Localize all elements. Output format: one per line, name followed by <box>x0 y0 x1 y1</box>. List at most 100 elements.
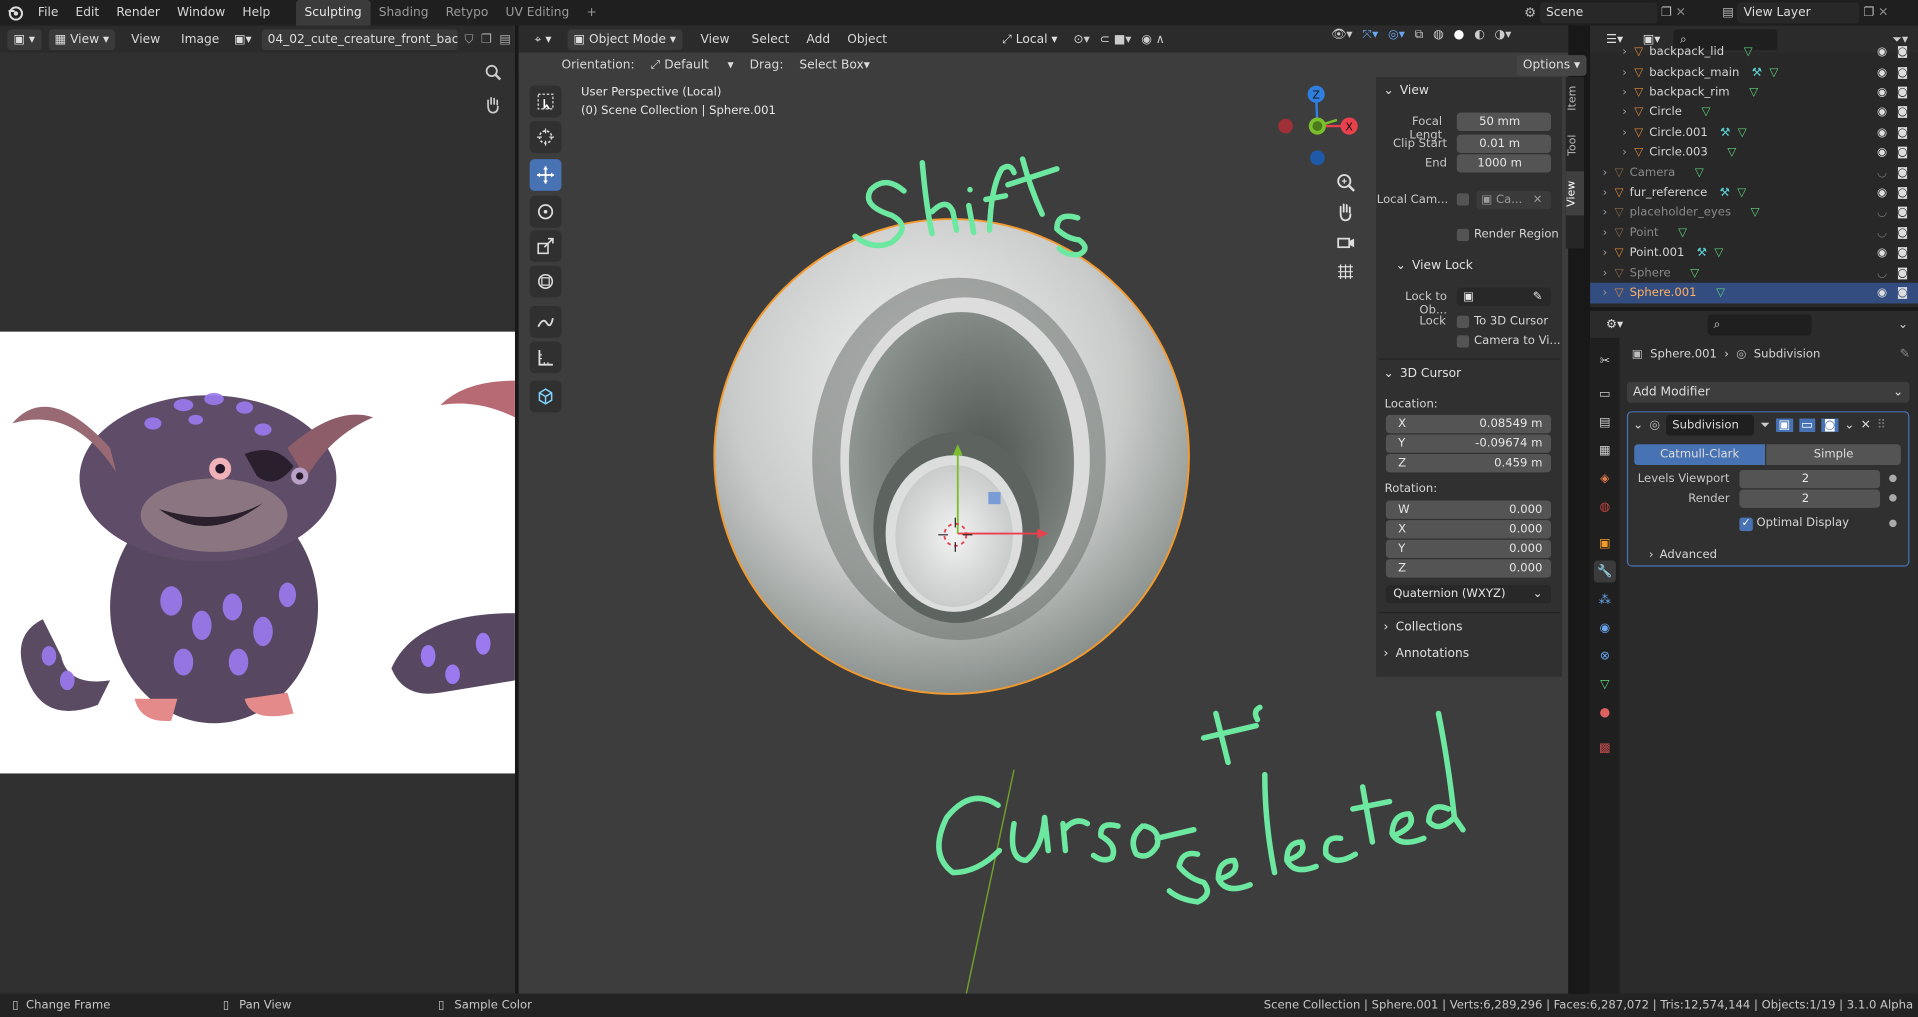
modifier-name-field[interactable]: Subdivision <box>1666 414 1755 436</box>
properties-search-input[interactable]: ⌕ <box>1707 313 1812 335</box>
mode-selector[interactable]: ▣ Object Mode ▾ <box>567 28 683 50</box>
gizmo-toggle-icon[interactable]: ⤧▾ <box>1362 28 1378 41</box>
outliner-item[interactable]: › ▽ Circle.001 ⚒ ▽ ◉ ◙ <box>1590 122 1918 142</box>
menu-help[interactable]: Help <box>234 0 279 26</box>
scene-tab-icon[interactable]: ◈ <box>1594 467 1616 489</box>
npanel-tab-tool[interactable]: Tool <box>1567 135 1579 156</box>
wireframe-shading-icon[interactable]: ◍ <box>1433 28 1444 41</box>
visibility-eye-icon[interactable]: ◉ <box>1877 146 1887 159</box>
render-camera-icon[interactable]: ◙ <box>1897 246 1908 259</box>
visibility-eye-icon[interactable]: ◡ <box>1877 166 1887 179</box>
texture-tab-icon[interactable]: ▩ <box>1594 737 1616 759</box>
npanel-tab-item[interactable]: Item <box>1567 86 1579 111</box>
viewport-toggle-icon[interactable]: ▭ <box>1798 418 1816 433</box>
animate-dot-icon[interactable]: ● <box>1889 518 1898 529</box>
outliner-item[interactable]: › ▽ Point ▽ ◡ ◙ <box>1590 223 1918 243</box>
cursor-rotation-y[interactable]: Y 0.000 <box>1385 539 1552 559</box>
simple-button[interactable]: Simple <box>1766 444 1901 466</box>
view-section-header[interactable]: ⌄ View <box>1383 84 1428 97</box>
expand-arrow-icon[interactable]: › <box>1590 206 1614 219</box>
visibility-eye-icon[interactable]: ◉ <box>1877 86 1887 99</box>
render-region-checkbox[interactable] <box>1456 228 1470 242</box>
render-tab-icon[interactable]: ▭ <box>1594 383 1616 405</box>
visibility-eye-icon[interactable]: ◉ <box>1877 246 1887 259</box>
visibility-eye-icon[interactable]: ◉ <box>1877 286 1887 299</box>
outliner-item[interactable]: › ▽ Sphere ▽ ◡ ◙ <box>1590 263 1918 283</box>
view-lock-section-header[interactable]: ⌄ View Lock <box>1396 259 1473 272</box>
local-camera-field[interactable]: ▣ Ca... ✕ <box>1476 190 1552 210</box>
open-image-icon[interactable]: ▤ <box>499 32 511 45</box>
options-dropdown[interactable]: Options ▾ <box>1516 55 1587 76</box>
render-levels-field[interactable]: 2 <box>1739 489 1881 508</box>
xray-icon[interactable]: ⧉ <box>1415 28 1424 41</box>
render-camera-icon[interactable]: ◙ <box>1897 146 1908 159</box>
tab-uv-editing[interactable]: UV Editing <box>497 0 578 26</box>
cursor-location-x[interactable]: X 0.08549 m <box>1385 414 1552 434</box>
navigation-gizmo[interactable]: Z X <box>1270 81 1368 167</box>
cursor-rotation-z[interactable]: Z 0.000 <box>1385 559 1552 578</box>
animate-dot-icon[interactable]: ● <box>1889 472 1898 483</box>
cursor-location-z[interactable]: Z 0.459 m <box>1385 454 1552 473</box>
render-camera-icon[interactable]: ◙ <box>1897 266 1908 279</box>
expand-arrow-icon[interactable]: › <box>1590 106 1634 119</box>
delete-scene-icon[interactable]: ✕ <box>1676 6 1686 19</box>
visibility-eye-icon[interactable]: ◉ <box>1877 46 1887 59</box>
visibility-eye-icon[interactable]: ◉ <box>1877 186 1887 199</box>
drag-dropdown[interactable]: Select Box ▾ <box>793 54 876 76</box>
pan-hand-icon[interactable] <box>484 95 501 114</box>
add-workspace-button[interactable]: + <box>578 0 605 26</box>
object-tab-icon[interactable]: ▣ <box>1594 532 1616 554</box>
viewport-editor-type-button[interactable]: ⌖ ▾ <box>528 29 557 50</box>
camera-view-icon[interactable] <box>1336 233 1356 253</box>
cursor-rotation-x[interactable]: X 0.000 <box>1385 520 1552 539</box>
fake-user-icon[interactable]: ⛉ <box>465 32 474 45</box>
delete-view-layer-icon[interactable]: ✕ <box>1878 6 1888 19</box>
new-image-icon[interactable]: ❐ <box>481 32 492 45</box>
render-toggle-icon[interactable]: ◙ <box>1821 418 1839 433</box>
orientation-dropdown[interactable]: ⤢ Default ▾ <box>644 54 740 76</box>
clear-camera-icon[interactable]: ✕ <box>1533 193 1543 206</box>
physics-tab-icon[interactable]: ◉ <box>1594 617 1616 639</box>
image-view-mode[interactable]: ▦ View ▾ <box>48 28 116 50</box>
local-camera-checkbox[interactable] <box>1456 193 1470 206</box>
material-shading-icon[interactable]: ◐ <box>1474 28 1485 41</box>
expand-arrow-icon[interactable]: › <box>1590 266 1614 279</box>
image-menu-view[interactable]: View <box>123 26 169 52</box>
properties-editor-type[interactable]: ⚙▾ <box>1600 314 1629 335</box>
expand-arrow-icon[interactable]: › <box>1590 146 1634 159</box>
outliner-item[interactable]: › ▽ backpack_main ⚒ ▽ ◉ ◙ <box>1590 62 1918 82</box>
render-camera-icon[interactable]: ◙ <box>1897 66 1908 79</box>
rotation-mode-dropdown[interactable]: Quaternion (WXYZ) ⌄ <box>1385 584 1552 604</box>
expand-arrow-icon[interactable]: › <box>1590 126 1634 139</box>
output-tab-icon[interactable]: ▤ <box>1594 411 1616 433</box>
expand-arrow-icon[interactable]: › <box>1590 46 1634 59</box>
expand-arrow-icon[interactable]: › <box>1590 86 1634 99</box>
visibility-eye-icon[interactable]: ◉ <box>1877 66 1887 79</box>
viewport-menu-view[interactable]: View <box>692 26 738 52</box>
expand-arrow-icon[interactable]: › <box>1590 186 1614 199</box>
outliner-item[interactable]: › ▽ fur_reference ⚒ ▽ ◉ ◙ <box>1590 183 1918 203</box>
particles-tab-icon[interactable]: ⁂ <box>1594 589 1616 611</box>
collapse-chevron-icon[interactable]: ⌄ <box>1633 419 1643 432</box>
view-layer-tab-icon[interactable]: ▦ <box>1594 439 1616 461</box>
levels-viewport-field[interactable]: 2 <box>1739 469 1881 489</box>
solid-shading-icon[interactable]: ● <box>1454 28 1465 41</box>
image-menu-image[interactable]: Image <box>176 26 224 52</box>
data-tab-icon[interactable]: ▽ <box>1594 673 1616 695</box>
image-name-field[interactable]: 04_02_cute_creature_front_back.png <box>261 28 458 50</box>
render-camera-icon[interactable]: ◙ <box>1897 286 1908 299</box>
render-camera-icon[interactable]: ◙ <box>1897 186 1908 199</box>
viewport-menu-select[interactable]: Select <box>748 26 793 52</box>
ortho-grid-icon[interactable] <box>1336 262 1356 282</box>
lock-to-cursor-checkbox[interactable] <box>1456 315 1470 328</box>
expand-arrow-icon[interactable]: › <box>1590 226 1614 239</box>
render-camera-icon[interactable]: ◙ <box>1897 46 1908 59</box>
render-camera-icon[interactable]: ◙ <box>1897 166 1908 179</box>
advanced-section-header[interactable]: › Advanced <box>1649 548 1717 561</box>
cursor-rotation-w[interactable]: W 0.000 <box>1385 500 1552 519</box>
tab-shading[interactable]: Shading <box>370 0 437 26</box>
outliner-item[interactable]: › ▽ backpack_rim ▽ ◉ ◙ <box>1590 82 1918 102</box>
outliner-item[interactable]: › ▽ Point.001 ⚒ ▽ ◉ ◙ <box>1590 243 1918 263</box>
material-tab-icon[interactable]: ● <box>1594 701 1616 723</box>
outliner-item[interactable]: › ▽ backpack_lid ▽ ◉ ◙ <box>1590 42 1918 62</box>
